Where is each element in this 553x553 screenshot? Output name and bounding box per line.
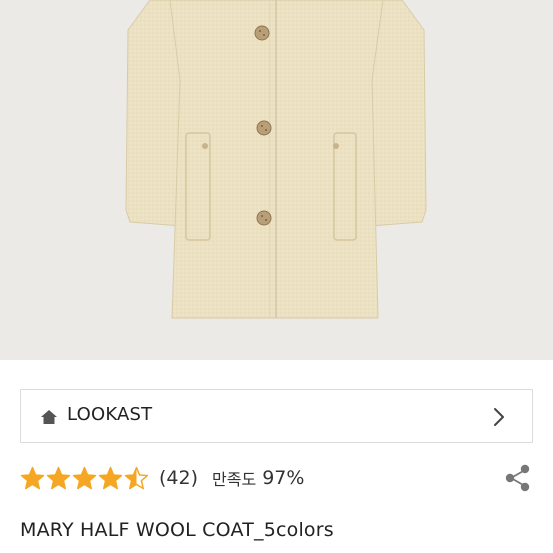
brand-bar[interactable]: LOOKAST — [20, 389, 533, 443]
share-icon[interactable] — [503, 462, 533, 494]
satisfaction-label: 만족도 — [212, 470, 257, 489]
product-title: MARY HALF WOOL COAT_5colors — [20, 519, 334, 541]
star-full-icon — [20, 466, 45, 489]
satisfaction-value: 97% — [262, 467, 305, 489]
star-full-icon — [98, 466, 123, 489]
chevron-right-icon[interactable] — [488, 405, 510, 429]
review-count[interactable]: (42) — [159, 467, 198, 489]
star-full-icon — [46, 466, 71, 489]
product-image[interactable] — [0, 0, 553, 360]
brand-name: LOOKAST — [67, 404, 153, 425]
coat-illustration — [125, 0, 427, 319]
star-rating — [20, 466, 150, 491]
rating-row: (42) 만족도 97% — [20, 462, 533, 494]
star-full-icon — [72, 466, 97, 489]
home-icon — [41, 410, 57, 424]
star-half-icon — [124, 466, 149, 489]
